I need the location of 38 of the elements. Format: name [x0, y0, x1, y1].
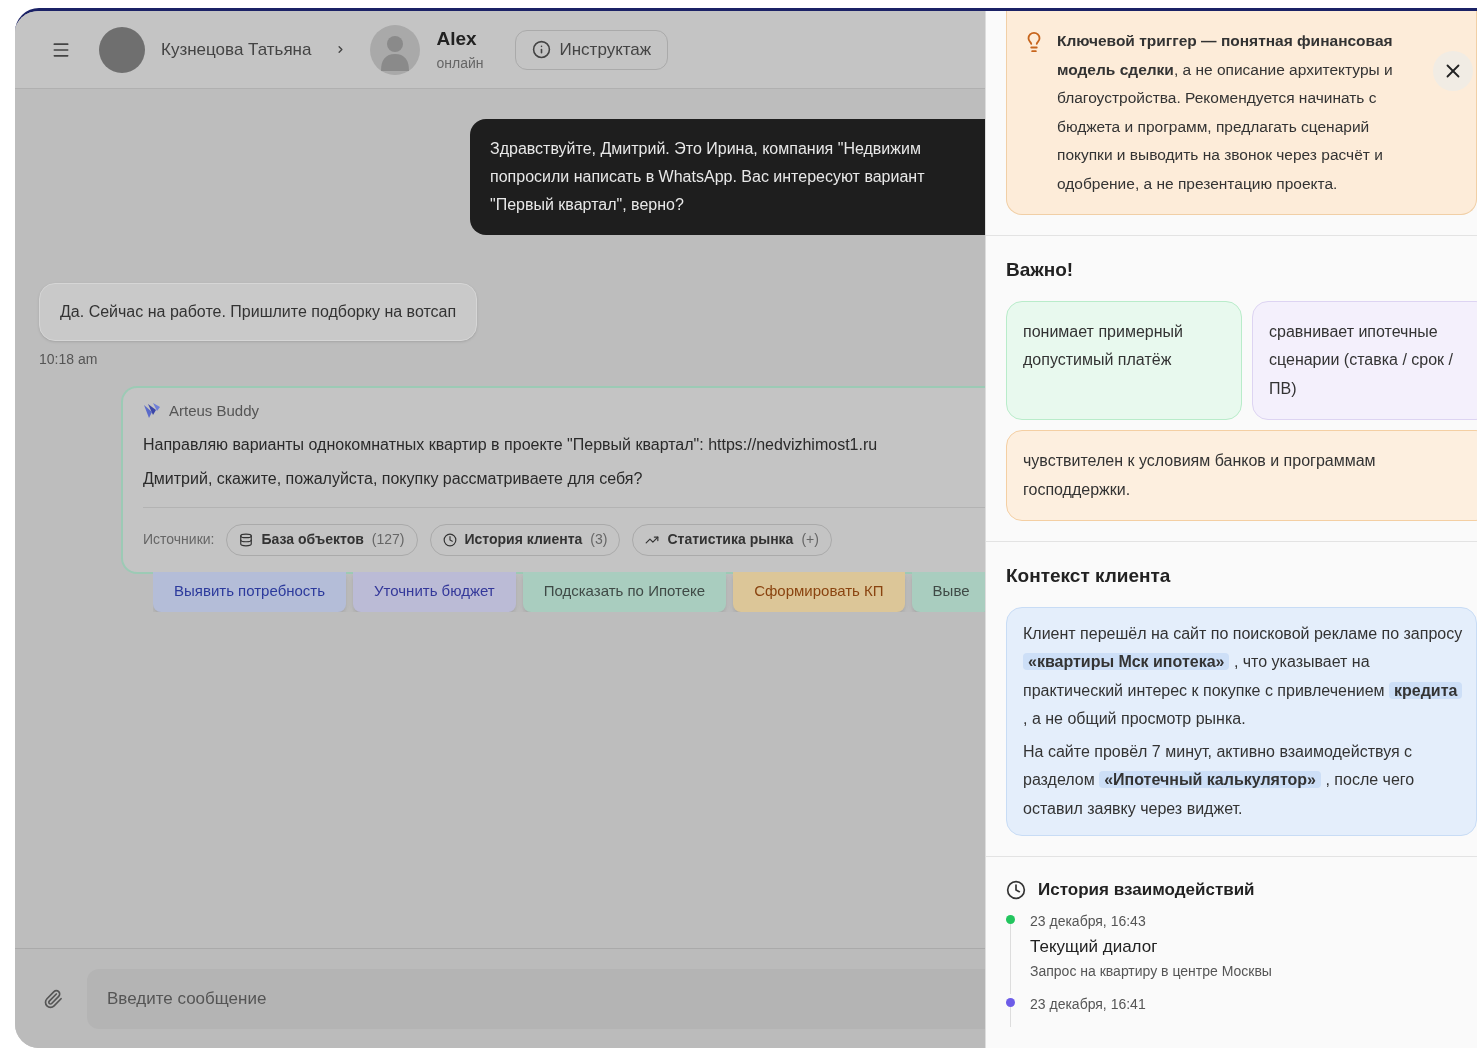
context-text: На сайте провёл 7 минут, активно взаимодействуя с разделом «Ипотечный калькулятор» , после чего оставил заявку через виджет.	[1023, 741, 1416, 819]
sources-label: Источники:	[143, 530, 215, 549]
incoming-message: Да. Сейчас на работе. Пришлите подборку на вотсап	[39, 283, 478, 341]
quick-action-button[interactable]: Подсказать по Ипотеке	[522, 571, 727, 612]
context-text: Клиент перешёл на сайт по поисковой рекламе по запросу «квартиры Мск ипотека» , что указывает на практический интерес к покупке с привлечением кредита , а не общий просмотр рынка.	[1023, 623, 1464, 729]
assistant-text: Дмитрий, скажите, пожалуйста, покупку рассматриваете для себя?	[143, 468, 644, 489]
clock-icon	[1006, 879, 1026, 900]
assistant-text: Направляю варианты однокомнатных квартир в проекте "Первый квартал": https://nedvizhimost1.ru	[143, 434, 879, 455]
history-date: 23 декабря, 16:41	[1030, 995, 1146, 1014]
info-icon	[532, 40, 552, 59]
history-title: Текущий диалог	[1030, 935, 1159, 958]
quick-action-button[interactable]: Выявить потребность	[153, 571, 347, 612]
source-icon	[239, 532, 254, 547]
user-name: Кузнецова Татьяна	[161, 38, 312, 61]
user-avatar[interactable]	[99, 26, 145, 73]
insight-card: сравнивает ипотечные сценарии (ставка / срок / ПВ)	[1252, 300, 1477, 420]
quick-action-button[interactable]: Выве	[911, 571, 985, 612]
quick-action-button[interactable]: Уточнить бюджет	[353, 571, 516, 612]
insight-card: чувствителен к условиям банков и программам господдержки.	[1006, 430, 1477, 521]
message-input[interactable]: Введите сообщение	[87, 968, 985, 1029]
bird-logo-icon	[143, 403, 161, 420]
outgoing-message: Здравствуйте, Дмитрий. Это Ирина, компания "Недвижим попросили написать в WhatsApp. Вас интересуют вариант "Первый квартал", верно?	[470, 119, 985, 235]
section-title: Важно!	[1006, 258, 1075, 282]
instruction-button[interactable]: Инструктаж	[515, 29, 669, 70]
history-date: 23 декабря, 16:43	[1030, 911, 1147, 931]
section-title: История взаимодействий	[1038, 879, 1255, 901]
message-time: 10:18 am	[39, 350, 98, 369]
contact-avatar-icon	[370, 24, 421, 75]
source-icon	[442, 532, 457, 547]
section-title: Контекст клиента	[1006, 564, 1172, 588]
assistant-name: Arteus Buddy	[169, 401, 260, 421]
attach-icon[interactable]	[43, 988, 63, 1009]
contact-name: Alex	[436, 26, 478, 51]
insight-card: понимает примерный допустимый платёж	[1006, 300, 1242, 420]
history-subtitle: Запрос на квартиру в центре Москвы	[1030, 962, 1272, 981]
quick-action-button[interactable]: Сформировать КП	[733, 571, 905, 612]
contact-status: онлайн	[436, 54, 484, 74]
trigger-text: Ключевой триггер — понятная финансовая модель сделки, а не описание архитектуры и благоустройства. Рекомендуется начинать с бюджета и программ, предлагать сценарий покупки и выводить на звонок через расчёт и одобрение, а не презентацию проекта.	[1057, 31, 1394, 194]
